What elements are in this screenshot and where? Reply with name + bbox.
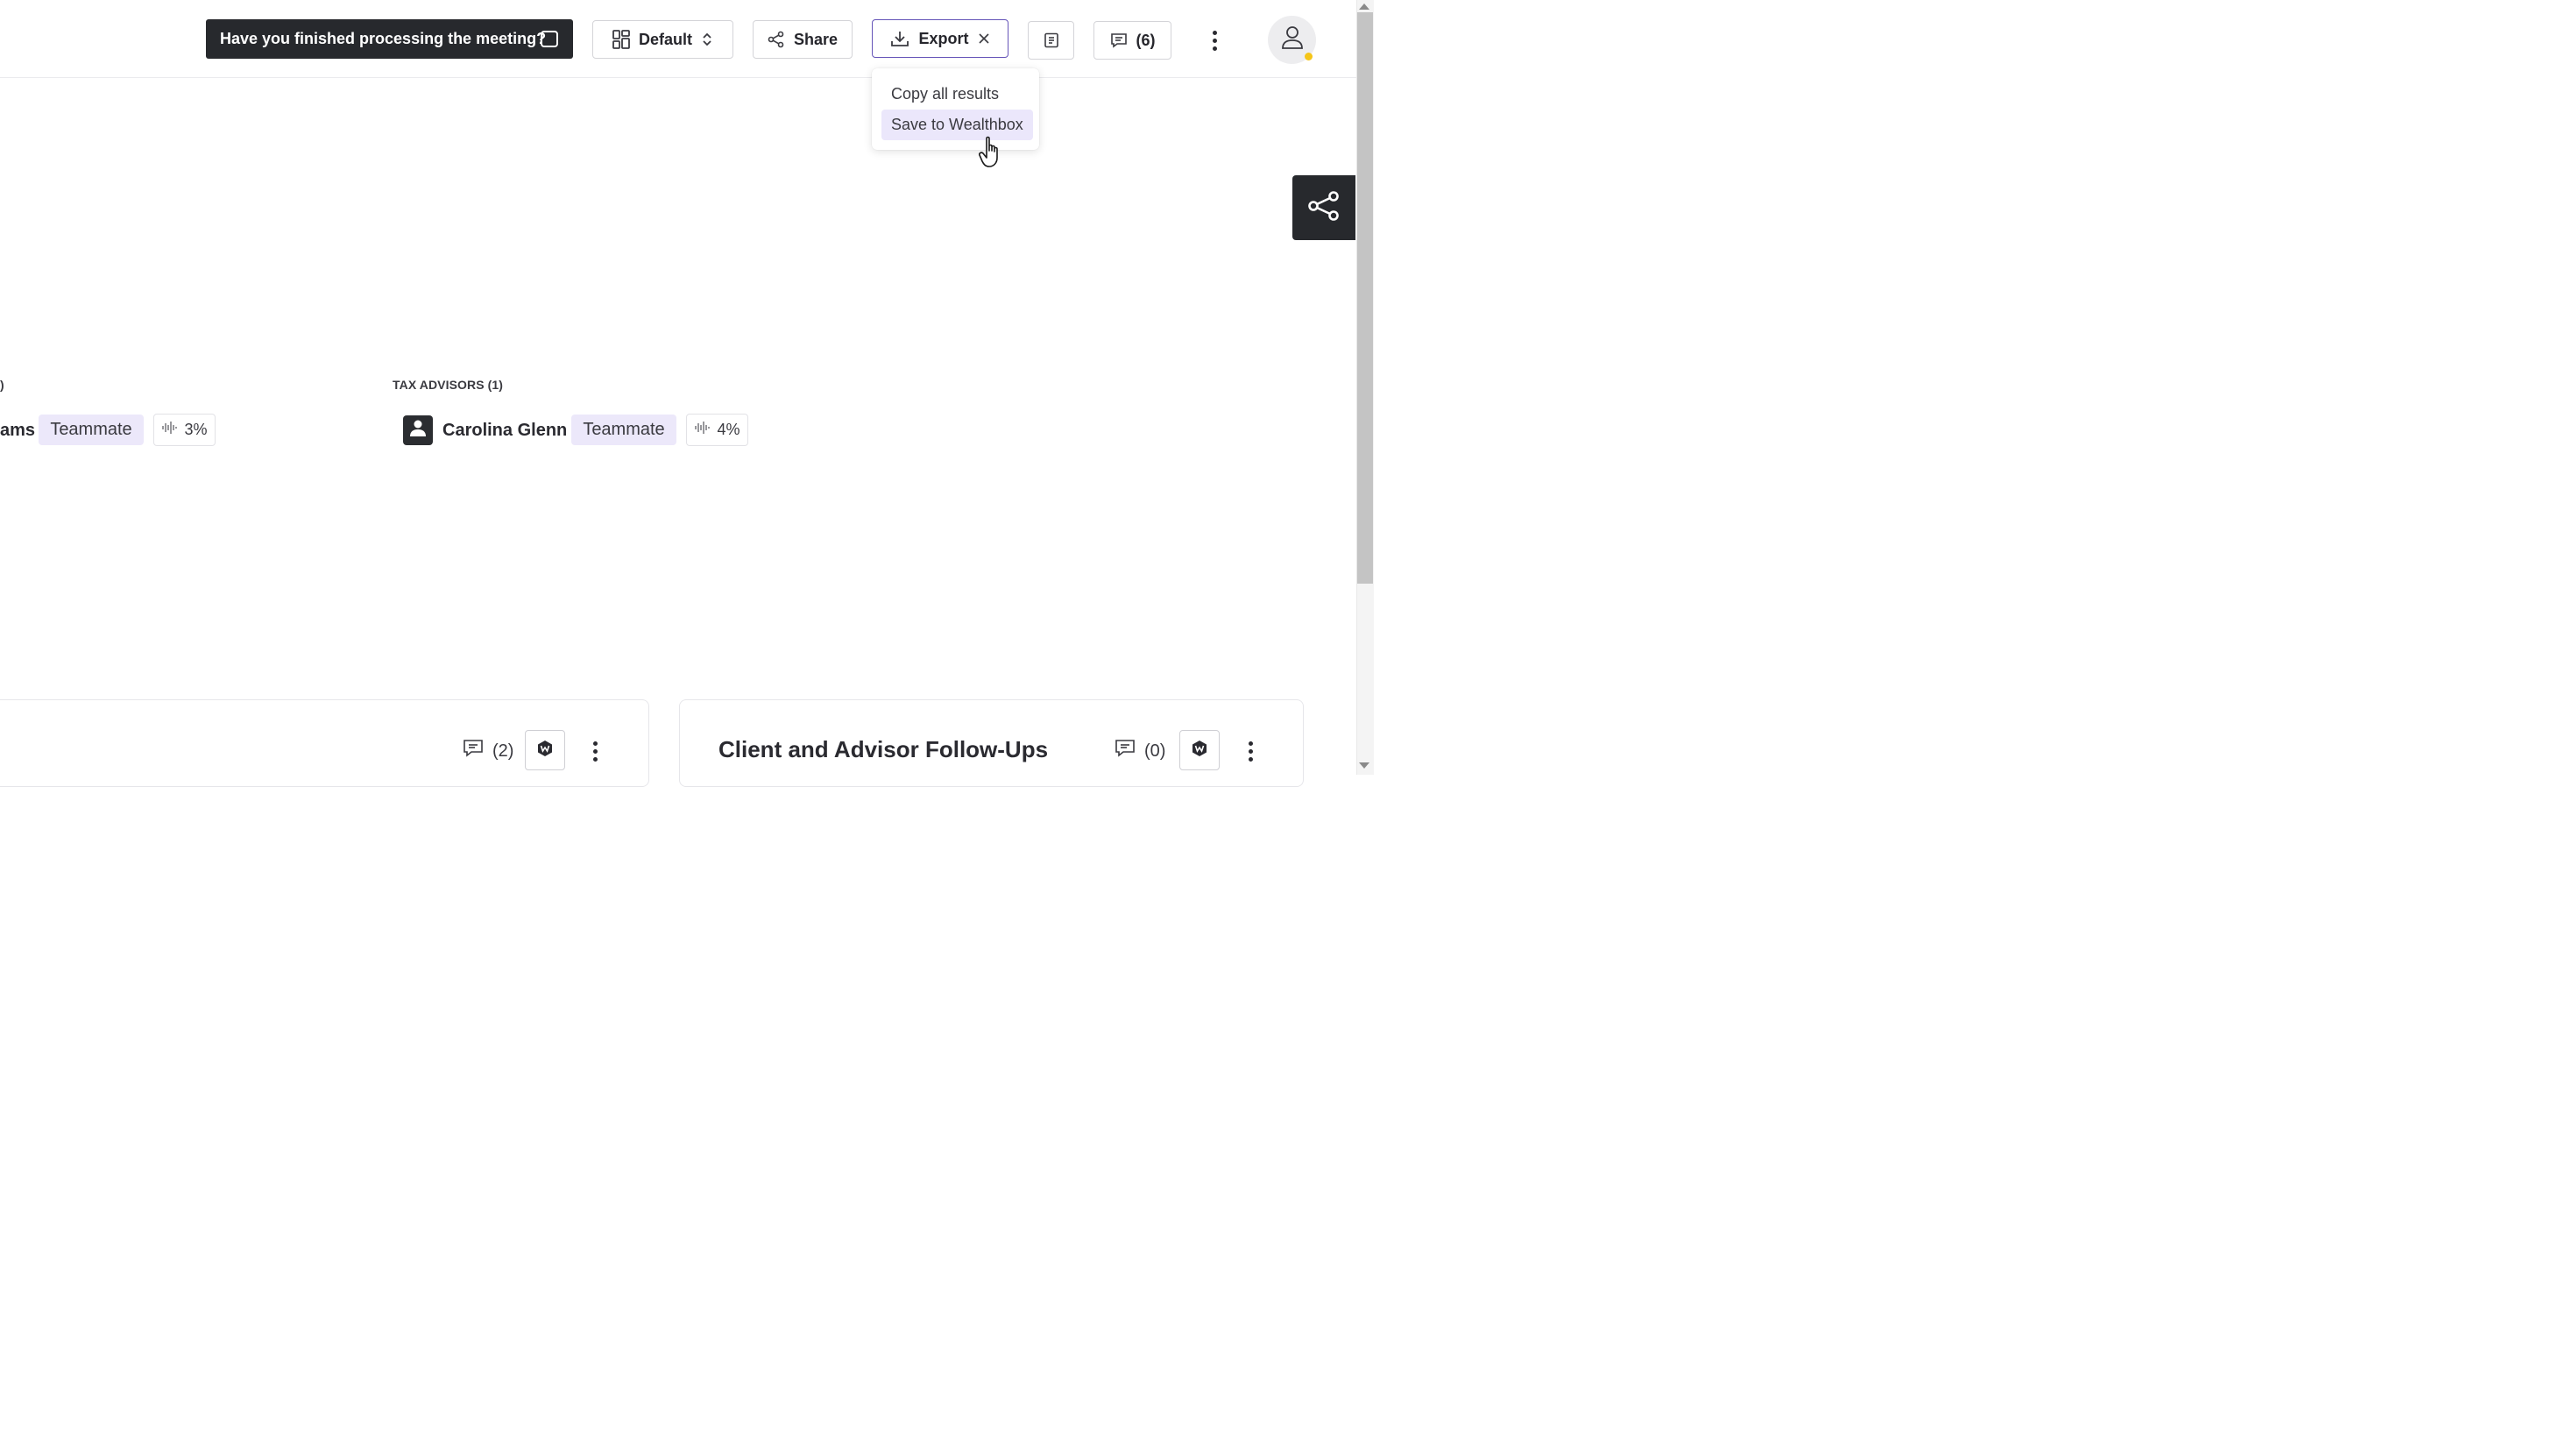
wealthbox-sync-button[interactable] (1179, 730, 1220, 770)
layout-select[interactable]: Default (592, 20, 733, 59)
notes-icon (1044, 32, 1059, 48)
user-icon (410, 420, 426, 442)
scrollbar-thumb[interactable] (1357, 12, 1373, 584)
menu-item-copy-all-results[interactable]: Copy all results (881, 79, 1008, 110)
hand-cursor-icon (979, 136, 1005, 174)
close-icon[interactable] (978, 32, 990, 45)
share-button[interactable]: Share (753, 20, 853, 59)
role-badge: Teammate (571, 415, 676, 445)
menu-item-save-to-wealthbox[interactable]: Save to Wealthbox (881, 110, 1033, 140)
participants-section-label: ) (0, 378, 4, 392)
share-button-label: Share (793, 30, 839, 48)
participant-name: Carolina Glenn (442, 421, 568, 440)
card-comments-button[interactable]: (0) (1115, 739, 1165, 763)
menu-item-label: Save to Wealthbox (891, 116, 1023, 133)
wealthbox-sync-button[interactable] (525, 730, 565, 770)
share-panel-button[interactable] (1292, 175, 1355, 240)
card-more-options-icon[interactable] (1248, 741, 1253, 762)
more-options-icon[interactable] (1212, 31, 1217, 51)
topbar-divider (0, 77, 1356, 78)
export-dropdown-menu: Copy all results Save to Wealthbox (872, 68, 1039, 150)
card-more-options-icon[interactable] (592, 741, 598, 762)
layout-select-label: Default (638, 30, 692, 48)
role-badge: Teammate (39, 415, 144, 445)
talk-time-badge: 3% (153, 414, 216, 446)
chevron-updown-icon (701, 32, 713, 47)
scroll-down-arrow-icon[interactable] (1359, 762, 1369, 769)
audio-wave-icon (694, 421, 711, 439)
menu-item-label: Copy all results (891, 85, 1000, 103)
comments-count: (6) (1136, 31, 1156, 49)
scroll-up-arrow-icon[interactable] (1359, 4, 1369, 10)
audio-wave-icon (161, 421, 178, 439)
talk-time-percent: 4% (717, 421, 740, 438)
participant-name: ams (0, 421, 36, 440)
share-icon (768, 31, 785, 48)
share-icon (1307, 190, 1341, 226)
card-comments-count: (2) (492, 741, 514, 761)
tax-advisors-section-label: TAX ADVISORS (1) (393, 378, 504, 392)
status-indicator (1305, 53, 1313, 60)
user-icon (1281, 25, 1304, 54)
comment-icon (1115, 739, 1136, 763)
banner-text: Have you finished processing the meeting… (220, 30, 547, 47)
wealthbox-logo-icon (536, 740, 554, 762)
card-title: Client and Advisor Follow-Ups (718, 736, 1049, 762)
export-button[interactable]: Export (872, 19, 1008, 58)
comment-icon (1110, 32, 1128, 49)
comments-button[interactable]: (6) (1093, 21, 1171, 60)
card-comments-count: (0) (1144, 741, 1166, 761)
download-icon (890, 30, 909, 47)
comment-icon (463, 739, 484, 763)
notes-button[interactable] (1028, 21, 1074, 60)
card-comments-button[interactable]: (2) (463, 739, 513, 763)
participant-avatar (403, 415, 433, 445)
wealthbox-logo-icon (1191, 740, 1208, 762)
talk-time-percent: 3% (184, 421, 208, 438)
talk-time-badge: 4% (686, 414, 748, 446)
layout-grid-icon (612, 30, 630, 49)
meeting-processed-banner[interactable]: Have you finished processing the meeting… (206, 19, 573, 59)
export-button-label: Export (918, 29, 969, 47)
processed-checkbox[interactable] (541, 31, 558, 47)
